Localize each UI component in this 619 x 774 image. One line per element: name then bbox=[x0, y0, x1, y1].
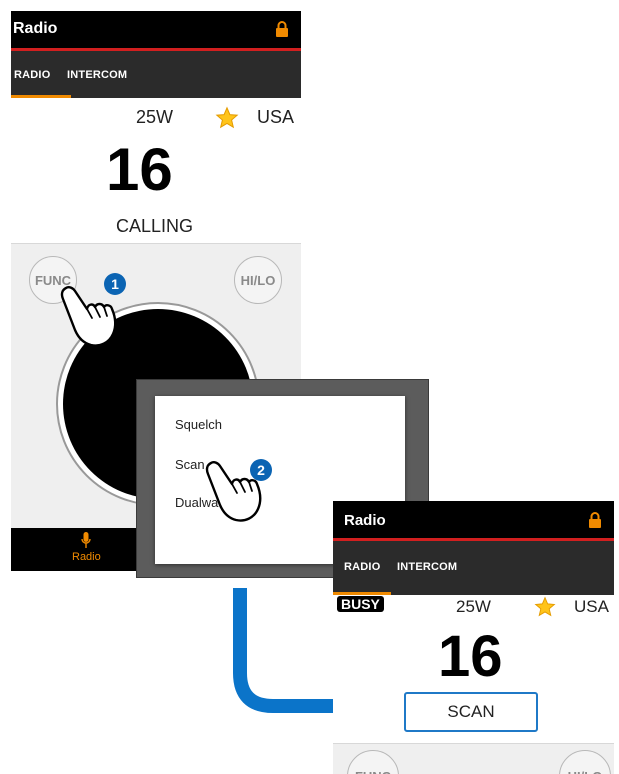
tab-bar: RADIO INTERCOM bbox=[333, 541, 614, 595]
tab-radio-indicator bbox=[333, 592, 391, 595]
menu-item-squelch[interactable]: Squelch bbox=[175, 417, 222, 432]
power-level: 25W bbox=[456, 597, 491, 616]
hilo-button[interactable]: HI/LO bbox=[234, 256, 282, 304]
tab-bar: RADIO INTERCOM bbox=[11, 51, 301, 98]
power-level: 25W bbox=[136, 107, 174, 127]
tab-intercom[interactable]: INTERCOM bbox=[67, 69, 127, 81]
region-label: USA bbox=[574, 597, 609, 616]
app-title: Radio bbox=[13, 20, 58, 37]
tab-intercom[interactable]: INTERCOM bbox=[397, 561, 457, 573]
hand-pointer-icon bbox=[60, 286, 117, 347]
hand-pointer-icon bbox=[205, 461, 262, 522]
channel-name: CALLING bbox=[116, 216, 194, 236]
star-icon[interactable] bbox=[534, 596, 556, 618]
microphone-icon bbox=[81, 532, 91, 548]
nav-item-radio[interactable]: Radio bbox=[66, 532, 106, 570]
channel-panel: 25W USA 16 CALLING bbox=[11, 98, 301, 243]
lock-icon[interactable] bbox=[588, 511, 602, 529]
scan-mode-box[interactable]: SCAN bbox=[404, 692, 538, 732]
tab-radio[interactable]: RADIO bbox=[344, 561, 380, 573]
lock-icon[interactable] bbox=[275, 20, 289, 38]
app-title-bar: Radio bbox=[333, 501, 614, 538]
channel-number: 16 bbox=[106, 136, 173, 203]
channel-number: 16 bbox=[438, 624, 503, 689]
app-title: Radio bbox=[344, 512, 386, 529]
tab-radio[interactable]: RADIO bbox=[14, 69, 50, 81]
star-icon[interactable] bbox=[215, 106, 239, 130]
control-area: FUNC HI/LO bbox=[333, 743, 614, 774]
app-title-bar: Radio bbox=[11, 11, 301, 48]
func-button[interactable]: FUNC bbox=[347, 750, 399, 774]
busy-badge: BUSY bbox=[337, 596, 384, 612]
hilo-button[interactable]: HI/LO bbox=[559, 750, 611, 774]
radio-screen-2: Radio RADIO INTERCOM BUSY 25W USA 16 SCA… bbox=[333, 501, 614, 774]
nav-label-radio: Radio bbox=[72, 551, 101, 563]
menu-item-scan[interactable]: Scan bbox=[175, 457, 205, 472]
region-label: USA bbox=[257, 107, 295, 127]
